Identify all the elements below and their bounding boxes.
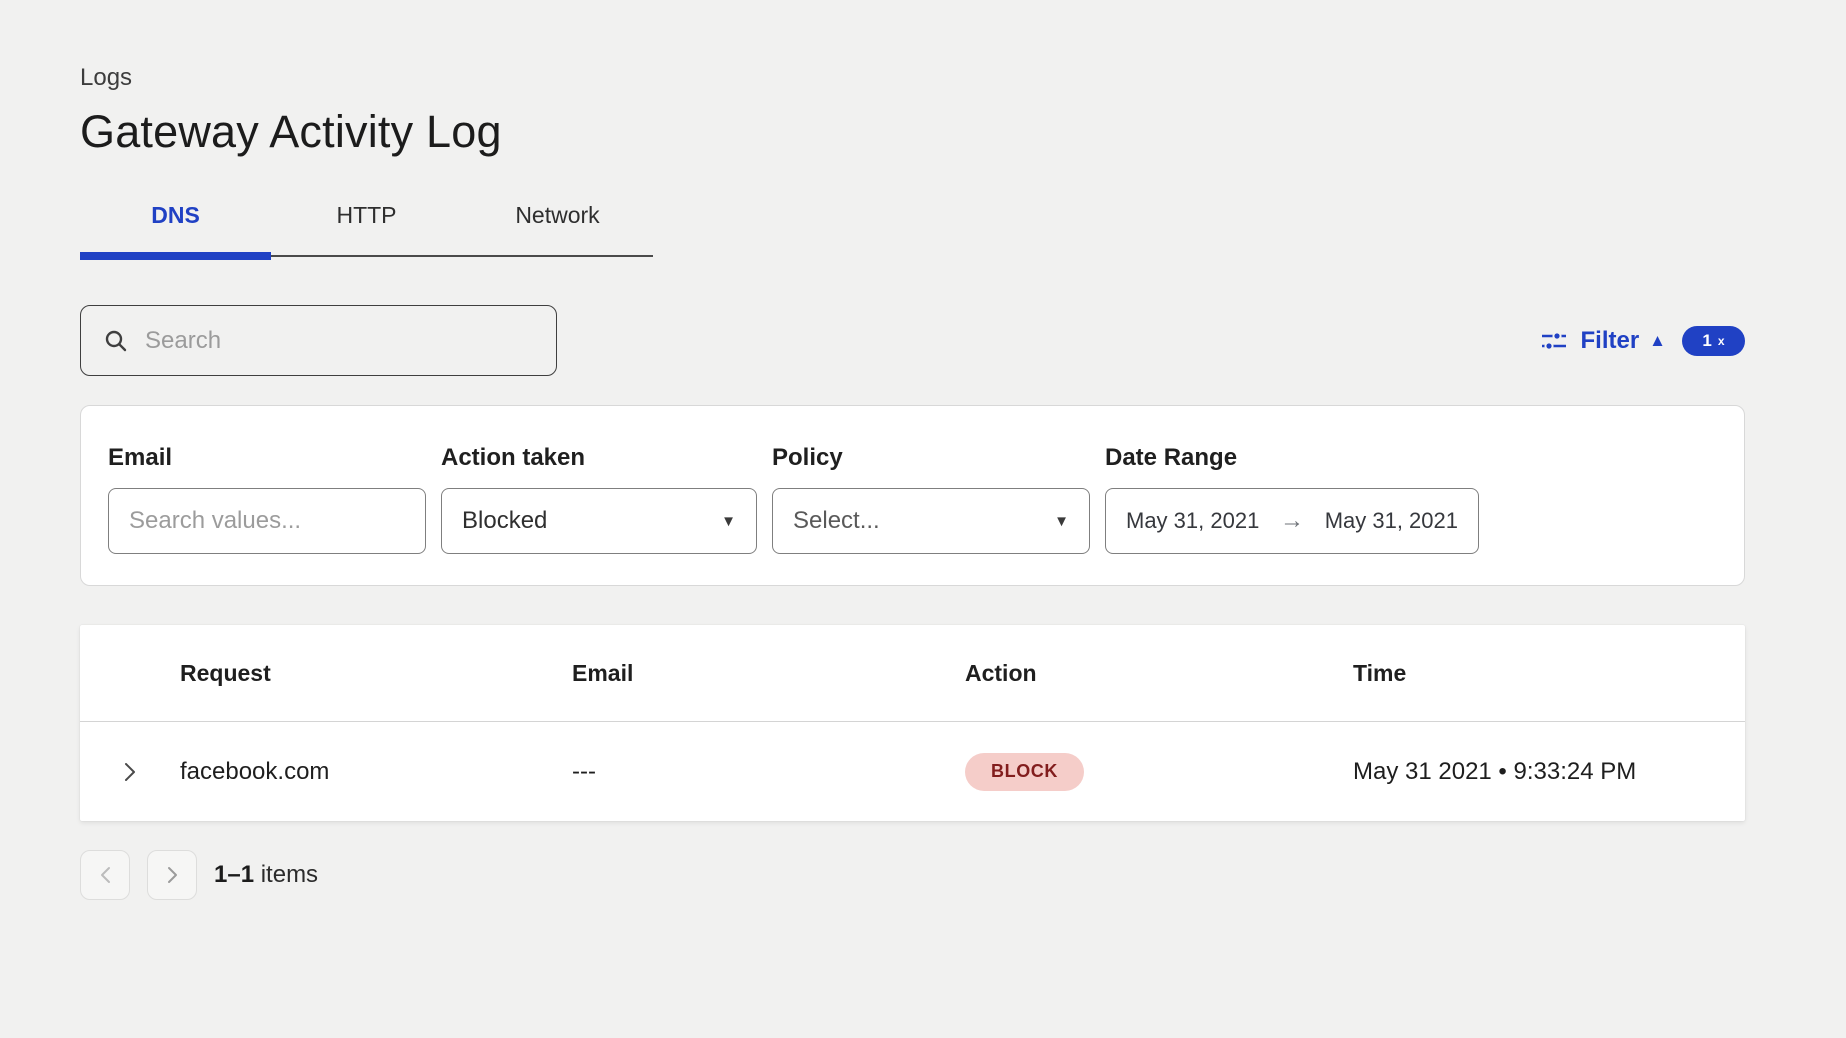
column-header-action: Action: [965, 660, 1353, 687]
filter-group-date-range: Date Range May 31, 2021 → May 31, 2021: [1105, 444, 1479, 585]
filter-toggle-button[interactable]: Filter: [1580, 327, 1639, 355]
tab-network[interactable]: Network: [462, 202, 653, 255]
chevron-down-icon: ▼: [721, 513, 736, 530]
policy-filter-label: Policy: [772, 444, 1090, 472]
cell-request: facebook.com: [180, 758, 572, 786]
chevron-right-icon: [167, 866, 178, 884]
cell-email: ---: [572, 758, 965, 786]
email-filter-label: Email: [108, 444, 426, 472]
chevron-right-icon: [124, 762, 136, 782]
items-label: items: [261, 861, 318, 888]
breadcrumb: Logs: [80, 64, 1745, 92]
filter-count: 1: [1702, 331, 1711, 351]
filter-panel: Email Action taken Blocked ▼ Policy Sele…: [80, 405, 1745, 586]
page-title: Gateway Activity Log: [80, 106, 1745, 158]
column-header-email: Email: [572, 660, 965, 687]
chevron-left-icon: [100, 866, 111, 884]
policy-select[interactable]: Select... ▼: [772, 488, 1090, 554]
arrow-right-icon: →: [1280, 507, 1304, 535]
email-filter-input[interactable]: [109, 507, 425, 535]
items-count: 1–1 items: [214, 861, 318, 889]
column-header-time: Time: [1353, 660, 1745, 687]
action-taken-filter-label: Action taken: [441, 444, 757, 472]
action-taken-select[interactable]: Blocked ▼: [441, 488, 757, 554]
main-content: Logs Gateway Activity Log DNS HTTP Netwo…: [0, 0, 1846, 900]
block-action-badge: BLOCK: [965, 753, 1084, 791]
clear-filter-icon[interactable]: x: [1718, 334, 1725, 348]
search-icon: [103, 328, 129, 354]
filter-sliders-icon[interactable]: [1540, 328, 1568, 354]
table-header-row: Request Email Action Time: [80, 625, 1745, 722]
tab-dns[interactable]: DNS: [80, 202, 271, 255]
tab-http[interactable]: HTTP: [271, 202, 462, 255]
filter-group-action-taken: Action taken Blocked ▼: [441, 444, 757, 585]
action-taken-selected-value: Blocked: [462, 507, 547, 535]
row-expander[interactable]: [80, 762, 180, 782]
date-range-filter-label: Date Range: [1105, 444, 1479, 472]
active-filter-badge[interactable]: 1 x: [1682, 326, 1745, 356]
search-filter-row: Filter ▲ 1 x: [80, 305, 1745, 376]
search-box[interactable]: [80, 305, 557, 376]
date-range-end[interactable]: May 31, 2021: [1325, 508, 1458, 534]
cell-time: May 31 2021 • 9:33:24 PM: [1353, 758, 1745, 786]
filter-group-email: Email: [108, 444, 426, 585]
date-range-start[interactable]: May 31, 2021: [1126, 508, 1259, 534]
policy-placeholder: Select...: [793, 507, 880, 535]
items-range: 1–1: [214, 861, 254, 888]
cell-action: BLOCK: [965, 753, 1353, 791]
log-type-tabs: DNS HTTP Network: [80, 202, 653, 257]
date-range-picker[interactable]: May 31, 2021 → May 31, 2021: [1105, 488, 1479, 554]
chevron-down-icon: ▼: [1054, 513, 1069, 530]
previous-page-button[interactable]: [80, 850, 130, 900]
activity-log-table: Request Email Action Time facebook.com -…: [80, 625, 1745, 821]
search-input[interactable]: [145, 327, 534, 355]
pagination: 1–1 items: [80, 850, 1745, 900]
next-page-button[interactable]: [147, 850, 197, 900]
email-filter-field[interactable]: [108, 488, 426, 554]
table-row[interactable]: facebook.com --- BLOCK May 31 2021 • 9:3…: [80, 722, 1745, 821]
filter-controls: Filter ▲ 1 x: [1540, 326, 1745, 356]
chevron-up-icon[interactable]: ▲: [1649, 331, 1666, 351]
filter-group-policy: Policy Select... ▼: [772, 444, 1090, 585]
column-header-request: Request: [180, 660, 572, 687]
